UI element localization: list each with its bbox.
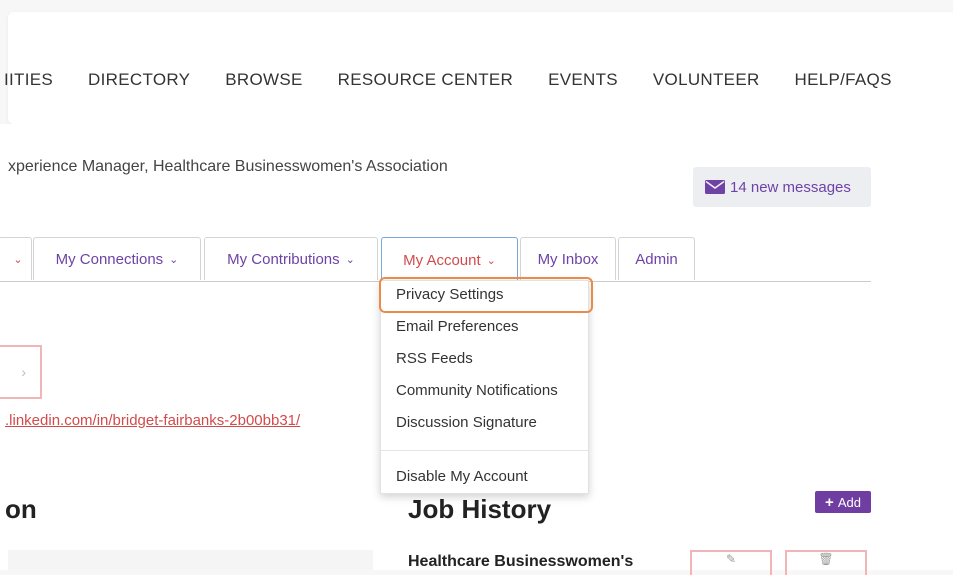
menu-item-disable-my-account[interactable]: Disable My Account bbox=[396, 468, 528, 485]
menu-item-email-preferences[interactable]: Email Preferences bbox=[396, 318, 519, 335]
menu-item-rss-feeds[interactable]: RSS Feeds bbox=[396, 350, 473, 367]
nav-item-events[interactable]: EVENTS bbox=[548, 70, 618, 90]
chevron-down-icon: ⌄ bbox=[169, 253, 179, 266]
tab-my-account[interactable]: My Account ⌄ bbox=[381, 237, 518, 282]
add-job-button[interactable]: + Add bbox=[815, 491, 871, 513]
job-organization: Healthcare Businesswomen's bbox=[408, 553, 634, 570]
section-heading-left: on bbox=[5, 494, 37, 524]
linkedin-link[interactable]: .linkedin.com/in/bridget-fairbanks-2b00b… bbox=[5, 412, 300, 429]
new-messages-label: 14 new messages bbox=[730, 178, 851, 196]
nav-item-help-faqs[interactable]: HELP/FAQS bbox=[795, 70, 892, 90]
trash-icon: 🗑 bbox=[818, 552, 834, 566]
social-link-button[interactable]: › bbox=[0, 345, 42, 399]
top-nav-items: IITIES DIRECTORY BROWSE RESOURCE CENTER … bbox=[4, 70, 927, 90]
chevron-down-icon: ⌄ bbox=[13, 253, 23, 266]
envelope-icon bbox=[705, 180, 725, 194]
add-button-label: Add bbox=[837, 494, 861, 510]
tab-label: My Contributions bbox=[227, 250, 340, 268]
tab-label: My Inbox bbox=[537, 250, 599, 268]
top-navigation-bar: IITIES DIRECTORY BROWSE RESOURCE CENTER … bbox=[4, 12, 953, 124]
profile-subtitle: xperience Manager, Healthcare Businesswo… bbox=[8, 158, 448, 175]
nav-item-volunteer[interactable]: VOLUNTEER bbox=[653, 70, 760, 90]
my-account-dropdown-menu: Privacy Settings Email Preferences RSS F… bbox=[380, 280, 589, 494]
profile-tabs: ⌄ My Connections ⌄ My Contributions ⌄ My… bbox=[0, 237, 871, 282]
chevron-right-icon: › bbox=[21, 364, 26, 380]
job-history-heading: Job History bbox=[408, 494, 552, 524]
menu-item-community-notifications[interactable]: Community Notifications bbox=[396, 382, 558, 399]
edit-icon: ✎ bbox=[725, 552, 737, 566]
tab-my-contributions[interactable]: My Contributions ⌄ bbox=[204, 237, 378, 280]
tab-label: Admin bbox=[635, 250, 678, 268]
nav-item-browse[interactable]: BROWSE bbox=[225, 70, 302, 90]
chevron-down-icon: ⌄ bbox=[345, 253, 355, 266]
tab-my-connections[interactable]: My Connections ⌄ bbox=[33, 237, 201, 280]
tab-label: My Connections bbox=[55, 250, 164, 268]
menu-item-discussion-signature[interactable]: Discussion Signature bbox=[396, 414, 537, 431]
new-messages-button[interactable]: 14 new messages bbox=[693, 167, 871, 207]
nav-item-resource-center[interactable]: RESOURCE CENTER bbox=[338, 70, 513, 90]
left-section-panel bbox=[8, 550, 373, 570]
tab-admin[interactable]: Admin bbox=[618, 237, 695, 280]
tab-partial[interactable]: ⌄ bbox=[0, 237, 32, 280]
edit-job-button[interactable]: ✎ bbox=[690, 550, 772, 575]
tab-label: My Account bbox=[403, 251, 481, 269]
chevron-down-icon: ⌄ bbox=[486, 254, 496, 267]
plus-icon: + bbox=[825, 493, 834, 511]
nav-item-directory[interactable]: DIRECTORY bbox=[88, 70, 190, 90]
menu-divider bbox=[381, 450, 588, 451]
tab-my-inbox[interactable]: My Inbox bbox=[520, 237, 616, 280]
menu-item-privacy-settings[interactable]: Privacy Settings bbox=[396, 286, 504, 303]
nav-item-communities[interactable]: IITIES bbox=[4, 70, 53, 90]
delete-job-button[interactable]: 🗑 bbox=[785, 550, 867, 575]
